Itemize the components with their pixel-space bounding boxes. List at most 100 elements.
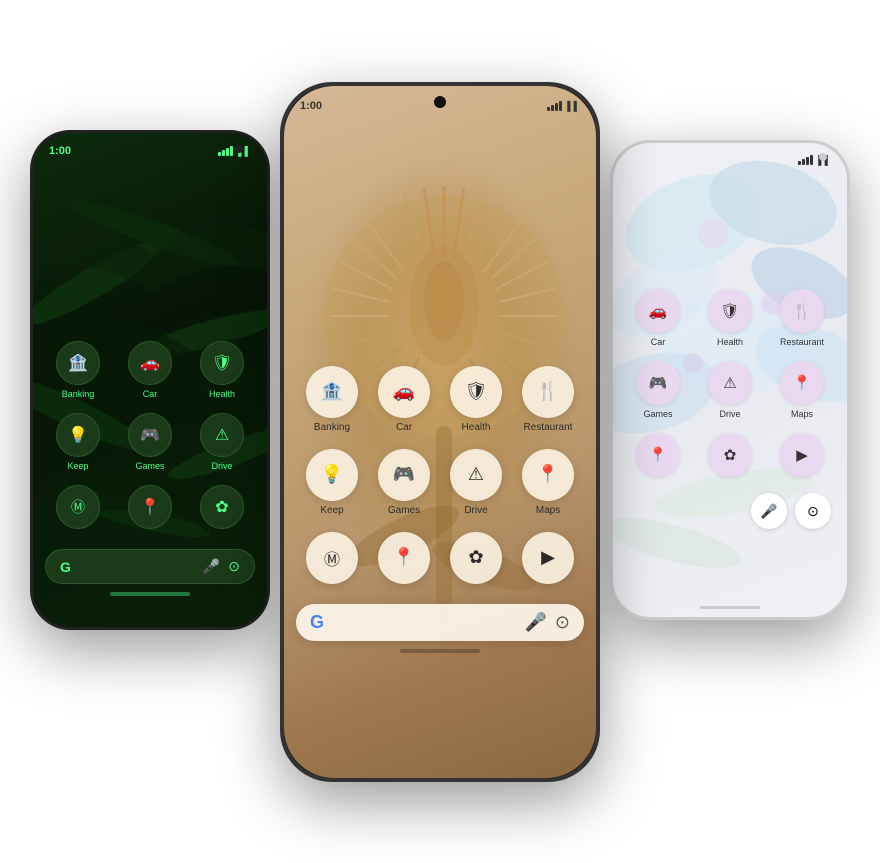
- app-health-right[interactable]: 🛡 Health: [697, 289, 763, 347]
- app-gmail-center[interactable]: Ⓜ: [300, 532, 364, 584]
- label-health-center: Health: [462, 422, 491, 433]
- games-icon-center: 🎮: [393, 464, 415, 485]
- icon-games-right: 🎮: [636, 361, 680, 405]
- label-banking-center: Banking: [314, 422, 350, 433]
- app-games-left[interactable]: 🎮 Games: [117, 413, 183, 471]
- google-g-center: G: [310, 612, 324, 633]
- loc-icon-right: 📍: [649, 446, 668, 464]
- lens-icon-right[interactable]: ⊙: [795, 493, 831, 529]
- icon-restaurant-right: 🍴: [780, 289, 824, 333]
- camera-right: [819, 153, 827, 161]
- icon-maps-center: 📍: [522, 449, 574, 501]
- mic-icon-right[interactable]: 🎤: [751, 493, 787, 529]
- signal-left: [218, 146, 233, 156]
- label-maps-right: Maps: [791, 409, 813, 419]
- app-banking-center[interactable]: 🏦 Banking: [300, 366, 364, 433]
- app-maps-center[interactable]: 📍 Maps: [516, 449, 580, 516]
- label-games-center: Games: [388, 505, 420, 516]
- app-health-center[interactable]: 🛡 Health: [444, 366, 508, 433]
- mic-icon-left[interactable]: 🎤: [203, 558, 220, 575]
- app-keep-center[interactable]: 💡 Keep: [300, 449, 364, 516]
- app-loc-center[interactable]: 📍: [372, 532, 436, 584]
- icon-drive-left: ⚠: [200, 413, 244, 457]
- phone-center: 1:00 ▌▌ 🏦: [280, 82, 600, 782]
- label-banking-left: Banking: [62, 389, 95, 399]
- icon-drive-right: ⚠: [708, 361, 752, 405]
- health-icon-left: 🛡: [212, 353, 232, 373]
- app-restaurant-right[interactable]: 🍴 Restaurant: [769, 289, 835, 347]
- icon-maps-right: 📍: [780, 361, 824, 405]
- label-health-right: Health: [717, 337, 743, 347]
- status-bar-left: 1:00 ▌▌: [33, 133, 267, 161]
- app-row-2-right: 🎮 Games ⚠ Drive 📍 Maps: [613, 361, 847, 419]
- app-car-left[interactable]: 🚗 Car: [117, 341, 183, 399]
- app-games-right[interactable]: 🎮 Games: [625, 361, 691, 419]
- app-row-1-center: 🏦 Banking 🚗 Car 🛡 Health: [284, 366, 596, 433]
- icon-maps-left: 📍: [128, 485, 172, 529]
- app-keep-left[interactable]: 💡 Keep: [45, 413, 111, 471]
- games-icon-right: 🎮: [649, 374, 668, 392]
- label-games-right: Games: [643, 409, 672, 419]
- app-maps-right[interactable]: 📍 Maps: [769, 361, 835, 419]
- app-banking-left[interactable]: 🏦 Banking: [45, 341, 111, 399]
- icon-banking-center: 🏦: [306, 366, 358, 418]
- app-grid-center: 🏦 Banking 🚗 Car 🛡 Health: [284, 366, 596, 584]
- app-pinwheel-right[interactable]: ✿: [697, 433, 763, 477]
- icon-games-center: 🎮: [378, 449, 430, 501]
- icon-car-right: 🚗: [636, 289, 680, 333]
- keep-icon-center: 💡: [321, 464, 343, 485]
- app-drive-right[interactable]: ⚠ Drive: [697, 361, 763, 419]
- icon-pinwheel-left: ✿: [200, 485, 244, 529]
- icon-keep-center: 💡: [306, 449, 358, 501]
- search-bar-center[interactable]: G 🎤 ⊙: [296, 604, 584, 641]
- app-car-center[interactable]: 🚗 Car: [372, 366, 436, 433]
- search-bar-left[interactable]: G 🎤 ⊙: [45, 549, 255, 584]
- app-loc-right[interactable]: 📍: [625, 433, 691, 477]
- phone-center-screen: 1:00 ▌▌ 🏦: [284, 86, 596, 778]
- app-pinwheel-left[interactable]: ✿: [189, 485, 255, 529]
- loc-icon-center: 📍: [393, 547, 415, 568]
- label-car-center: Car: [396, 422, 412, 433]
- app-games-center[interactable]: 🎮 Games: [372, 449, 436, 516]
- phone-right-screen: ▌▌ 🚗 Car 🛡 H: [613, 143, 847, 617]
- camera-center: [434, 96, 446, 108]
- app-maps-left[interactable]: 📍: [117, 485, 183, 529]
- phone-right: ▌▌ 🚗 Car 🛡 H: [610, 140, 850, 620]
- banking-icon-center: 🏦: [321, 381, 343, 402]
- phone-left: 1:00 ▌▌ 🏦: [30, 130, 270, 630]
- app-drive-center[interactable]: ⚠ Drive: [444, 449, 508, 516]
- lens-icon-center[interactable]: ⊙: [555, 612, 570, 633]
- mic-icon-center[interactable]: 🎤: [524, 612, 546, 633]
- app-row-3-right: 📍 ✿ ▶: [613, 433, 847, 477]
- drive-icon-center: ⚠: [468, 464, 484, 485]
- car-icon-left: 🚗: [140, 353, 160, 373]
- app-pinwheel-center[interactable]: ✿: [444, 532, 508, 584]
- app-row-2-center: 💡 Keep 🎮 Games ⚠ Drive: [284, 449, 596, 516]
- lens-icon-left[interactable]: ⊙: [228, 558, 240, 575]
- status-bar-right: ▌▌: [613, 143, 847, 169]
- app-grid-left: 🏦 Banking 🚗 Car 🛡 Health: [33, 341, 267, 529]
- health-icon-center: 🛡: [465, 381, 488, 402]
- icon-restaurant-center: 🍴: [522, 366, 574, 418]
- label-restaurant-center: Restaurant: [524, 422, 573, 433]
- app-youtube-center[interactable]: ▶: [516, 532, 580, 584]
- restaurant-icon-right: 🍴: [793, 302, 812, 320]
- car-icon-center: 🚗: [393, 381, 415, 402]
- app-drive-left[interactable]: ⚠ Drive: [189, 413, 255, 471]
- signal-right: [798, 155, 813, 165]
- camera-left: [235, 145, 243, 153]
- icon-pinwheel-center: ✿: [450, 532, 502, 584]
- app-gmail-left[interactable]: Ⓜ: [45, 485, 111, 529]
- app-car-right[interactable]: 🚗 Car: [625, 289, 691, 347]
- car-icon-right: 🚗: [649, 302, 668, 320]
- app-restaurant-center[interactable]: 🍴 Restaurant: [516, 366, 580, 433]
- app-youtube-right[interactable]: ▶: [769, 433, 835, 477]
- gmail-icon-center: Ⓜ: [324, 546, 340, 570]
- icon-gmail-left: Ⓜ: [56, 485, 100, 529]
- app-health-left[interactable]: 🛡 Health: [189, 341, 255, 399]
- icon-loc-right: 📍: [636, 433, 680, 477]
- icon-pinwheel-right: ✿: [708, 433, 752, 477]
- label-car-left: Car: [143, 389, 158, 399]
- right-search-area: 🎤 ⊙: [613, 477, 847, 529]
- icon-youtube-center: ▶: [522, 532, 574, 584]
